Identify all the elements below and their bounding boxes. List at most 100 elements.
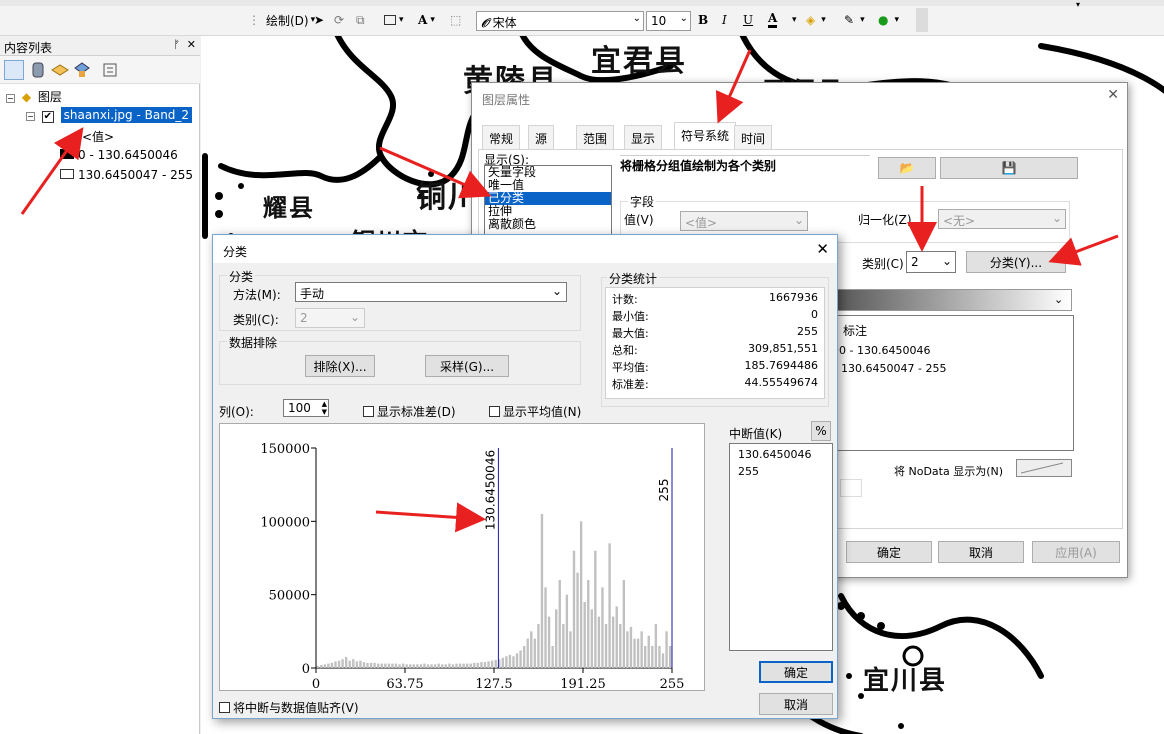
normalize-select[interactable]: <无> ⌄ <box>938 209 1066 229</box>
show-std-checkbox[interactable]: 显示标准差(D) <box>363 403 456 420</box>
draw-menu-button[interactable]: ⋮ 绘制(D) ▾ <box>248 10 315 30</box>
font-name-select[interactable]: 𝒪 宋体 ⌄ <box>476 11 644 31</box>
exclude-button[interactable]: 排除(X)... <box>305 355 375 377</box>
collapse-icon[interactable]: − <box>6 94 15 103</box>
pin-icon[interactable]: ᚠ <box>173 38 180 51</box>
list-by-visibility-icon[interactable] <box>50 60 70 80</box>
renderer-heading: 将栅格分组值绘制为各个类别 <box>620 159 777 173</box>
fill-color-icon[interactable]: ◈ ▾ <box>806 10 826 30</box>
tab-time[interactable]: 时间 <box>734 125 773 149</box>
layer-visibility-checkbox[interactable]: ✔ <box>41 111 54 123</box>
method-select[interactable]: 手动 ⌄ <box>295 282 567 302</box>
x-tick-label: 191.25 <box>560 677 606 692</box>
histogram-bar <box>469 663 472 668</box>
font-type-icon: 𝒪 <box>481 16 489 30</box>
classes-select[interactable]: 2 ⌄ <box>295 308 365 328</box>
list-by-selection-icon[interactable] <box>72 60 92 80</box>
renderer-item[interactable]: 离散颜色 <box>485 218 611 231</box>
font-name-value: 宋体 <box>492 16 517 30</box>
histogram-chart[interactable]: 0 50000 100000 150000 0 63.75 127.5 191.25 255 13… <box>220 424 706 692</box>
classes-table[interactable]: 标注 0 - 130.6450046 130.6450047 - 255 <box>832 315 1074 451</box>
normalize-label: 归一化(Z) <box>858 213 912 227</box>
close-icon[interactable]: ✕ <box>816 240 829 258</box>
cancel-button[interactable]: 取消 <box>759 693 833 715</box>
options-icon[interactable] <box>100 60 120 80</box>
italic-button[interactable]: I <box>722 10 727 30</box>
underline-button[interactable]: U <box>743 10 753 30</box>
histogram-bar <box>380 663 383 668</box>
show-mean-checkbox[interactable]: 显示平均值(N) <box>489 403 581 420</box>
ok-button[interactable]: 确定 <box>759 661 833 683</box>
select-pointer-icon[interactable]: ➤ <box>314 10 324 30</box>
list-by-drawing-order-icon[interactable] <box>4 60 24 80</box>
chevron-down-icon[interactable]: ▾ <box>792 10 797 30</box>
break-value[interactable]: 130.6450046 <box>738 448 811 461</box>
open-folder-button[interactable]: 📂 <box>878 157 936 179</box>
font-size-select[interactable]: 10 ⌄ <box>646 11 691 31</box>
layer-item[interactable]: − ✔ shaanxi.jpg - Band_2 <box>26 107 193 123</box>
line-color-icon[interactable]: ✎ ▾ <box>844 10 865 30</box>
marker-color-icon[interactable]: ● ▾ <box>878 10 899 30</box>
ok-button[interactable]: 确定 <box>846 541 932 563</box>
value-field-select[interactable]: <值> ⌄ <box>680 211 808 231</box>
histogram-bar <box>608 543 611 668</box>
edit-vertices-icon[interactable]: ⧉ <box>356 10 365 30</box>
tab-general[interactable]: 常规 <box>482 125 521 149</box>
class1-label: 0 - 130.6450046 <box>78 148 178 162</box>
tab-display[interactable]: 显示 <box>624 125 663 149</box>
close-icon[interactable]: ✕ <box>1107 87 1119 103</box>
histogram-bar <box>423 663 426 668</box>
cancel-button[interactable]: 取消 <box>938 541 1024 563</box>
rotate-icon[interactable]: ⟳ <box>334 10 344 30</box>
apply-button[interactable]: 应用(A) <box>1032 541 1120 563</box>
snap-breaks-checkbox[interactable]: 将中断与数据值贴齐(V) <box>219 699 359 716</box>
chevron-down-icon: ⌄ <box>941 254 952 268</box>
histogram-bar <box>540 514 544 668</box>
stats-title: 分类统计 <box>607 270 660 287</box>
classify-button[interactable]: 分类(Y)... <box>966 251 1066 273</box>
table-row[interactable]: 130.6450047 - 255 <box>841 362 946 375</box>
bold-button[interactable]: B <box>698 10 708 30</box>
classes-select[interactable]: 2 ⌄ <box>906 251 956 273</box>
stat-row-std: 标准差: 44.55549674 <box>612 376 818 391</box>
renderer-list[interactable]: 矢量字段 唯一值 已分类 拉伸 离散颜色 <box>484 165 612 235</box>
toc-title-bar: 内容列表 ᚠ ✕ <box>0 36 200 56</box>
histogram-bar <box>330 662 334 668</box>
divider <box>620 155 870 156</box>
breaks-label: 中断值(K) <box>729 427 783 441</box>
callout-icon[interactable]: ⬚ <box>450 10 461 30</box>
save-button[interactable]: 💾 <box>940 157 1078 179</box>
font-color-button[interactable]: A <box>768 10 778 28</box>
table-row[interactable]: 0 - 130.6450046 <box>839 344 930 357</box>
tab-extent[interactable]: 范围 <box>576 125 615 149</box>
collapse-icon[interactable]: − <box>26 112 35 121</box>
break-value[interactable]: 255 <box>738 465 759 478</box>
histogram-bar <box>433 664 437 668</box>
layer-name[interactable]: shaanxi.jpg - Band_2 <box>60 107 193 123</box>
top-toolbar: ⋮ 绘制(D) ▾ ➤ ⟳ ⧉ ▾ A ▾ ⬚ 𝒪 宋体 ⌄ 10 ⌄ B I U A ▾ … <box>0 0 1164 36</box>
field-group-label: 字段 <box>628 193 657 210</box>
chevron-down-icon[interactable]: ▾ <box>1076 0 1088 10</box>
rectangle-tool-icon[interactable]: ▾ <box>384 10 404 30</box>
close-icon[interactable]: ✕ <box>187 38 196 51</box>
text-tool-icon[interactable]: A ▾ <box>418 10 435 30</box>
dialog-title: 分类 <box>223 245 248 259</box>
percent-button[interactable]: % <box>811 421 831 441</box>
tab-source[interactable]: 源 <box>528 125 555 149</box>
chevron-down-icon[interactable]: ⌄ <box>1054 293 1063 306</box>
breaks-list[interactable]: 130.6450046 255 <box>729 443 833 651</box>
list-by-source-icon[interactable] <box>28 60 48 80</box>
columns-spinner[interactable]: 100 ▲ ▼ <box>283 399 329 417</box>
spinner-arrows-icon: ▲ ▼ <box>321 400 327 416</box>
histogram-panel[interactable]: 0 50000 100000 150000 0 63.75 127.5 191.25 255 13… <box>219 423 706 692</box>
tab-symbology[interactable]: 符号系统 <box>674 122 737 149</box>
white-swatch <box>60 169 74 179</box>
sample-button[interactable]: 采样(G)... <box>425 355 509 377</box>
x-tick-label: 0 <box>312 677 320 692</box>
color-ramp[interactable] <box>832 289 1072 311</box>
unknown-input[interactable] <box>840 479 862 497</box>
histogram-bar <box>597 616 601 668</box>
histogram-bar <box>544 587 547 668</box>
nodata-color-select[interactable] <box>1016 459 1072 477</box>
toolbar-overflow-icon[interactable] <box>916 8 928 32</box>
